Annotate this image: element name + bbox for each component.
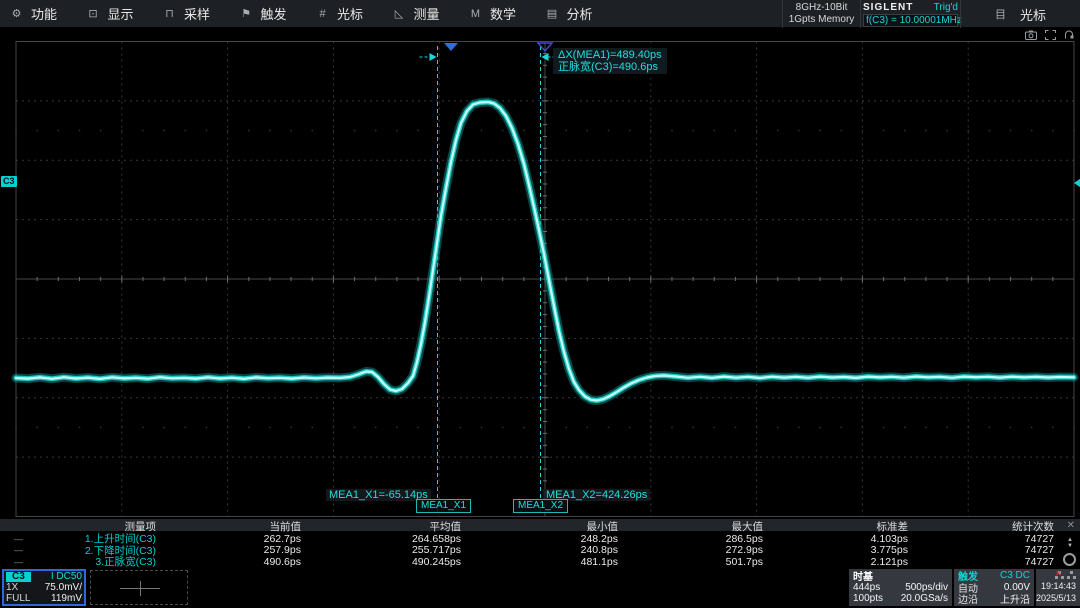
bandwidth-bits-label: 8GHz-10Bit <box>783 2 860 14</box>
measurement-table-header: 测量项 当前值 平均值 最小值 最大值 标准差 统计次数 <box>0 519 1080 531</box>
menu-display-label: 显示 <box>108 4 134 23</box>
menu-cursors-label: 光标 <box>337 4 363 23</box>
channel-scale: 75.0mV/ <box>45 582 82 593</box>
siglent-logo: SIGLENT <box>863 2 913 13</box>
acquire-icon: ⊓ <box>163 7 176 20</box>
cursor1-handle[interactable]: MEA1_X1 <box>416 499 471 513</box>
trigger-position-marker[interactable] <box>444 43 458 51</box>
display-icon: ⊡ <box>87 7 100 20</box>
timebase-descriptor[interactable]: 时基 444ps 500ps/div 100pts 20.0GSa/s <box>849 569 952 606</box>
menu-acquire[interactable]: ⊓ 采样 <box>153 0 230 27</box>
timebase-delay: 444ps <box>853 582 880 593</box>
screenshot-camera-icon[interactable] <box>1025 30 1037 40</box>
menu-cursors[interactable]: # 光标 <box>306 0 383 27</box>
waveform-display[interactable]: ΔX(MEA1)=489.40ps 正脉宽(C3)=490.6ps MEA1_X… <box>0 28 1080 519</box>
edge-markers[interactable] <box>444 43 1080 189</box>
menu-trigger-label: 触发 <box>261 4 287 23</box>
row-handle-icon: — <box>0 545 35 555</box>
menu-bar: ⚙ 功能 ⊡ 显示 ⊓ 采样 ⚑ 触发 # 光标 ◺ 测量 M 数学 ▤ 分析 8GHz-10B… <box>0 0 1080 28</box>
notification-bell-icon[interactable] <box>1064 30 1074 40</box>
menu-math[interactable]: M 数学 <box>459 0 536 27</box>
menu-analysis-label: 分析 <box>567 4 593 23</box>
menu-measure[interactable]: ◺ 测量 <box>383 0 460 27</box>
timebase-points: 100pts <box>853 593 883 604</box>
measurement-row-fall-time[interactable]: — 2.下降时间(C3) 257.9ps 255.717ps 240.8ps 2… <box>0 543 1080 555</box>
menu-analysis[interactable]: ▤ 分析 <box>536 0 613 27</box>
cursor-delta-readout: ΔX(MEA1)=489.40ps 正脉宽(C3)=490.6ps <box>553 48 667 74</box>
menu-acquire-label: 采样 <box>184 4 210 23</box>
delta-x-value: ΔX(MEA1)=489.40ps <box>558 49 662 61</box>
trigger-status-badge: Trig'd <box>934 2 958 13</box>
cursor-icon: # <box>316 8 329 20</box>
channel-bandwidth: FULL <box>6 593 30 604</box>
menu-math-label: 数学 <box>490 4 516 23</box>
system-info: 8GHz-10Bit 1Gpts Memory <box>782 0 860 28</box>
timebase-scale: 500ps/div <box>905 582 948 593</box>
channel-c3-descriptor[interactable]: C3 I DC50 1X 75.0mV/ FULL 119mV <box>2 569 86 606</box>
cursor2-handle[interactable]: MEA1_X2 <box>513 499 568 513</box>
status-bar: C3 I DC50 1X 75.0mV/ FULL 119mV 时基 444ps… <box>0 568 1080 608</box>
trigger-level-marker[interactable] <box>1074 178 1080 189</box>
math-icon: M <box>469 8 482 20</box>
graticule-svg[interactable] <box>0 28 1080 519</box>
row-handle-icon: — <box>0 534 35 544</box>
trigger-type: 边沿 <box>958 591 978 606</box>
trigger-flag-icon: ⚑ <box>240 7 253 20</box>
trigger-descriptor[interactable]: 触发 C3 DC 自动 0.00V 边沿 上升沿 <box>954 569 1034 606</box>
fullscreen-icon[interactable] <box>1045 30 1056 40</box>
row-handle-icon: — <box>0 557 35 567</box>
analysis-icon: ▤ <box>546 7 559 20</box>
lan-disconnected-icon: ✕ <box>1055 571 1064 579</box>
positive-width-value: 正脉宽(C3)=490.6ps <box>558 61 662 73</box>
channel-offset-marker[interactable]: C3 <box>1 176 17 187</box>
menu-trigger[interactable]: ⚑ 触发 <box>230 0 307 27</box>
clock-time: 19:14:43 <box>1040 580 1076 592</box>
menu-display[interactable]: ⊡ 显示 <box>77 0 154 27</box>
add-channel-box[interactable] <box>90 570 188 605</box>
table-scroll-spinner[interactable]: ▲▼ <box>1067 537 1073 549</box>
timebase-sample-rate: 20.0GSa/s <box>901 593 948 604</box>
channel-coupling: I DC50 <box>51 571 82 582</box>
measure-icon: ◺ <box>393 7 406 20</box>
measurement-row-rise-time[interactable]: — 1.上升时间(C3) 262.7ps 264.658ps 248.2ps 2… <box>0 531 1080 543</box>
brand-status-box: SIGLENT Trig'd f(C3) = 10.00001MHz <box>860 0 960 28</box>
memory-depth-label: 1Gpts Memory <box>783 14 860 26</box>
menu-cursors-dialog-label: 光标 <box>1020 5 1046 24</box>
trigger-source: C3 DC <box>1000 570 1030 581</box>
gear-icon: ⚙ <box>10 7 23 20</box>
cursor1-arrow-icon <box>430 53 437 61</box>
channel-offset: 119mV <box>51 593 82 604</box>
menu-function-label: 功能 <box>31 4 57 23</box>
menu-cursors-dialog[interactable]: 目 光标 <box>960 0 1080 28</box>
clock-date: 2025/5/13 <box>1040 592 1076 604</box>
channel-probe: 1X <box>6 582 18 593</box>
datetime-box: ✕ 19:14:43 2025/5/13 <box>1036 569 1080 606</box>
frequency-counter: f(C3) = 10.00001MHz <box>863 14 958 27</box>
network-icon <box>1067 571 1076 579</box>
reset-statistics-icon[interactable] <box>1063 553 1076 566</box>
close-table-icon[interactable]: ✕ <box>1067 520 1075 531</box>
list-icon: 目 <box>995 6 1006 22</box>
menu-function[interactable]: ⚙ 功能 <box>0 0 77 27</box>
trigger-slope: 上升沿 <box>1000 591 1030 606</box>
measurement-table: 测量项 当前值 平均值 最小值 最大值 标准差 统计次数 — 1.上升时间(C3… <box>0 519 1080 568</box>
oscilloscope-screen: ⚙ 功能 ⊡ 显示 ⊓ 采样 ⚑ 触发 # 光标 ◺ 测量 M 数学 ▤ 分析 8GHz-10B… <box>0 0 1080 608</box>
channel-name-badge: C3 <box>6 572 31 582</box>
menu-measure-label: 测量 <box>414 4 440 23</box>
measurement-row-pos-width[interactable]: — 3.正脉宽(C3) 490.6ps 490.245ps 481.1ps 50… <box>0 554 1080 566</box>
